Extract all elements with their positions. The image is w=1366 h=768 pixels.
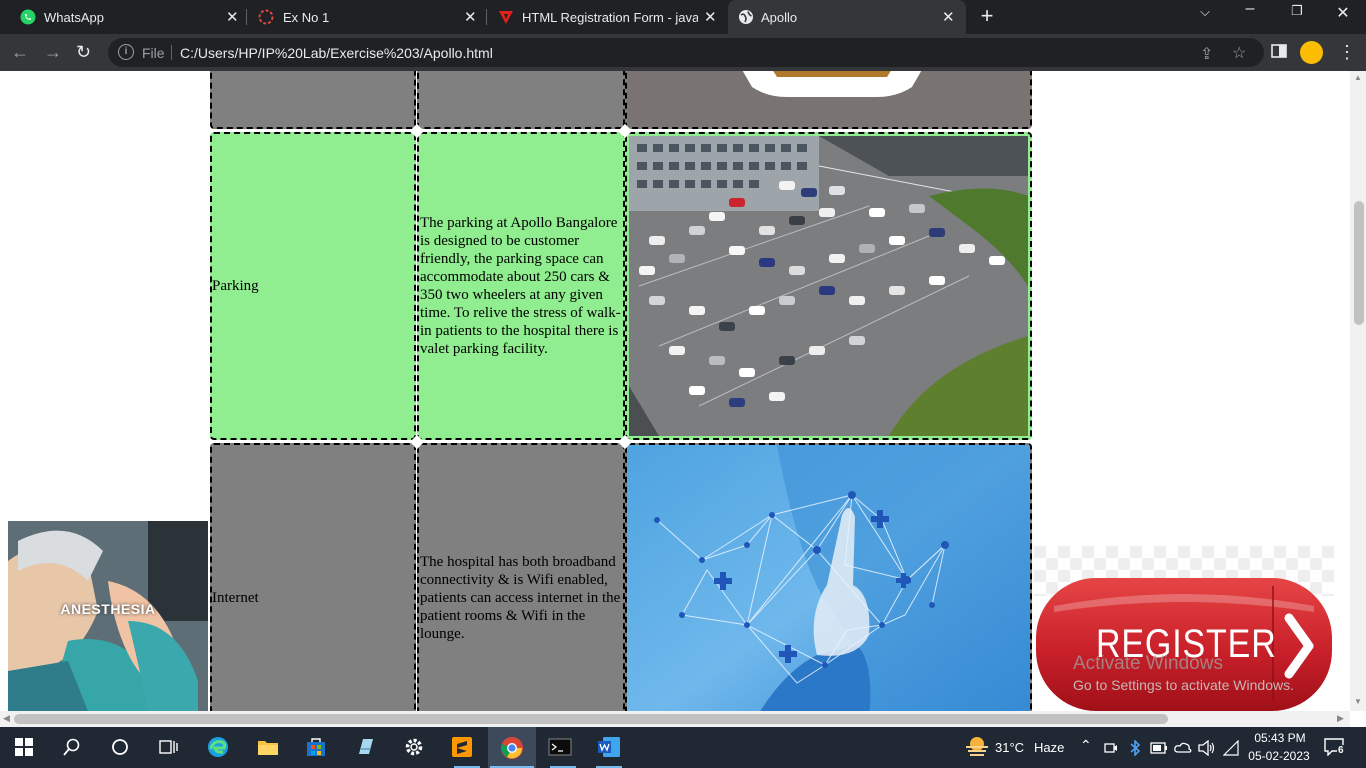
table-cell-description: The hospital has both broadband connecti…: [417, 443, 625, 711]
scrollbar-thumb[interactable]: [1354, 201, 1364, 325]
chrome-icon: [501, 737, 523, 759]
chevron-down-icon[interactable]: ⌵: [1193, 4, 1217, 20]
bluetooth-icon[interactable]: [1130, 740, 1140, 756]
tab-divider: [246, 9, 247, 25]
back-arrow-icon[interactable]: ←: [11, 42, 29, 63]
whatsapp-icon: [20, 9, 36, 25]
address-divider: [171, 45, 172, 60]
network-cloud-icon[interactable]: [1174, 741, 1192, 755]
windows-taskbar: 31°C Haze ⌃ 05:43 PM 05-02-2023 6: [0, 727, 1366, 768]
facility-description: The hospital has both broadband connecti…: [420, 554, 621, 642]
close-icon[interactable]: ✕: [464, 8, 477, 26]
tab-title: Apollo: [761, 10, 798, 25]
close-window-icon[interactable]: ✕: [1331, 3, 1355, 23]
command-prompt-icon[interactable]: [548, 735, 572, 759]
address-bar[interactable]: i File C:/Users/HP/IP%20Lab/Exercise%203…: [108, 38, 1264, 67]
forward-arrow-icon[interactable]: →: [44, 42, 62, 63]
facility-description: The parking at Apollo Bangalore is desig…: [420, 215, 621, 357]
clock-date[interactable]: 05-02-2023: [1246, 749, 1312, 763]
windows-start-icon[interactable]: [12, 735, 36, 759]
anesthesia-ad-text: ANESTHESIA: [60, 601, 156, 617]
word-icon[interactable]: [597, 735, 621, 759]
scroll-up-arrow-icon[interactable]: ▲: [1354, 73, 1362, 82]
facility-label: Parking: [212, 278, 259, 294]
parking-lot-image: [629, 136, 1028, 436]
battery-icon[interactable]: [1150, 742, 1168, 754]
bookmark-star-icon[interactable]: ☆: [1232, 43, 1246, 63]
tab-title: Ex No 1: [283, 10, 330, 25]
page-viewport: Parking The parking at Apollo Bangalore …: [0, 71, 1350, 711]
new-tab-icon[interactable]: +: [975, 3, 999, 29]
facility-label: Internet: [212, 590, 259, 606]
anesthesia-ad[interactable]: ANESTHESIA: [8, 521, 208, 711]
table-cell-image: [625, 443, 1032, 711]
chevron-up-icon[interactable]: ⌃: [1080, 737, 1092, 754]
tab-title: HTML Registration Form - javatpoint: [522, 10, 698, 25]
task-view-icon[interactable]: [156, 735, 180, 759]
reload-icon[interactable]: ↻: [76, 42, 91, 63]
weather-condition-text: Haze: [1034, 740, 1065, 755]
loading-icon: [258, 9, 274, 25]
share-icon[interactable]: ⇪: [1200, 44, 1213, 64]
minimize-icon[interactable]: –: [1238, 0, 1262, 18]
clock-time[interactable]: 05:43 PM: [1250, 731, 1310, 745]
table-cell-description: [417, 71, 625, 129]
table-cell-description: The parking at Apollo Bangalore is desig…: [417, 132, 625, 440]
vertical-scrollbar[interactable]: ▲ ▼: [1350, 71, 1366, 711]
sublime-text-icon[interactable]: [450, 735, 474, 759]
meet-now-icon[interactable]: [1104, 741, 1118, 755]
microsoft-store-icon[interactable]: [304, 735, 328, 759]
chrome-taskbar-item[interactable]: [488, 727, 536, 768]
horizontal-scrollbar[interactable]: ◀ ▶: [0, 711, 1350, 727]
scroll-right-arrow-icon[interactable]: ▶: [1337, 713, 1344, 724]
restore-icon[interactable]: ❐: [1285, 3, 1309, 19]
cortana-icon[interactable]: [108, 735, 132, 759]
temperature-text: 31°C: [995, 740, 1025, 755]
close-icon[interactable]: ✕: [226, 8, 239, 26]
scrollbar-thumb[interactable]: [14, 714, 1168, 724]
search-icon[interactable]: [60, 735, 84, 759]
javatpoint-icon: [499, 11, 513, 24]
tab-ex-no-1[interactable]: Ex No 1 ✕: [248, 0, 486, 34]
settings-gear-icon[interactable]: [402, 735, 426, 759]
file-explorer-icon[interactable]: [256, 735, 280, 759]
globe-icon: [739, 10, 753, 24]
table-cell-facility: [210, 71, 416, 129]
table-cell-image: [625, 132, 1032, 440]
notification-center-button[interactable]: 6: [1320, 735, 1350, 761]
browser-toolbar: ← → ↻ i File C:/Users/HP/IP%20Lab/Exerci…: [0, 34, 1366, 71]
tab-html-registration-form[interactable]: HTML Registration Form - javatpoint ✕: [488, 0, 726, 34]
haze-weather-icon: [966, 737, 988, 756]
tab-whatsapp[interactable]: WhatsApp ✕: [8, 0, 246, 34]
wifi-icon[interactable]: [1223, 740, 1239, 756]
side-panel-icon[interactable]: [1271, 43, 1287, 64]
weather-widget[interactable]: 31°C Haze: [962, 727, 1074, 768]
url-text[interactable]: C:/Users/HP/IP%20Lab/Exercise%203/Apollo…: [180, 45, 493, 61]
tab-title: WhatsApp: [44, 10, 104, 25]
food-dish-image: [627, 71, 1030, 127]
edge-browser-icon[interactable]: [206, 735, 230, 759]
volume-icon[interactable]: [1198, 740, 1216, 756]
medical-network-image: [627, 445, 1030, 711]
browser-tab-strip: WhatsApp ✕ Ex No 1 ✕ HTML Registration F…: [0, 0, 1366, 34]
table-cell-image: [625, 71, 1032, 129]
menu-kebab-icon[interactable]: ⋮: [1338, 42, 1356, 63]
tab-divider: [486, 9, 487, 25]
close-icon[interactable]: ✕: [942, 8, 955, 26]
table-cell-facility: Parking: [210, 132, 416, 440]
activate-windows-subtitle: Go to Settings to activate Windows.: [1073, 677, 1294, 693]
notification-count-badge: 6: [1337, 745, 1345, 756]
tab-apollo[interactable]: Apollo ✕: [728, 0, 966, 34]
scroll-down-arrow-icon[interactable]: ▼: [1354, 697, 1362, 706]
activate-windows-title: Activate Windows: [1073, 653, 1223, 674]
scroll-left-arrow-icon[interactable]: ◀: [3, 713, 10, 724]
profile-avatar[interactable]: [1300, 41, 1323, 64]
close-icon[interactable]: ✕: [704, 8, 717, 26]
file-scheme-label: File: [142, 45, 165, 61]
notepad-icon[interactable]: [354, 735, 378, 759]
table-cell-facility: Internet: [210, 443, 416, 711]
info-icon[interactable]: i: [118, 44, 134, 60]
